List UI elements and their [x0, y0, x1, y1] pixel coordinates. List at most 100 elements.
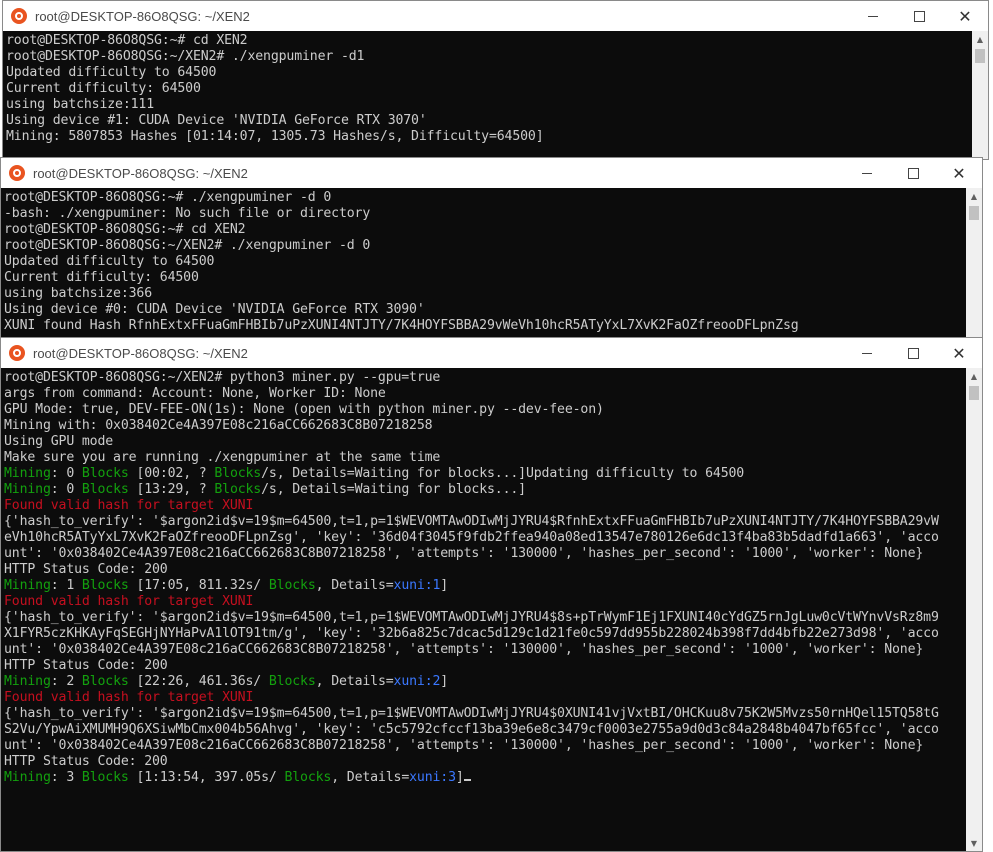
terminal-line: root@DESKTOP-86O8QSG:~/XEN2# ./xengpumin…	[4, 238, 965, 254]
ubuntu-icon	[9, 345, 25, 361]
vertical-scrollbar[interactable]: ▲	[972, 31, 988, 159]
terminal-line: Mining: 0 Blocks [13:29, ? Blocks/s, Det…	[4, 482, 965, 498]
vertical-scrollbar[interactable]: ▲	[966, 188, 982, 337]
maximize-icon[interactable]	[890, 338, 936, 368]
terminal-line: Found valid hash for target XUNI	[4, 498, 965, 514]
terminal-line: HTTP Status Code: 200	[4, 658, 965, 674]
terminal-text: -bash: ./xengpuminer: No such file or di…	[4, 206, 371, 221]
terminal-text: root@DESKTOP-86O8QSG:~/XEN2# ./xengpumin…	[4, 238, 371, 253]
terminal-text: Blocks	[81, 466, 129, 481]
terminal-line: {'hash_to_verify': '$argon2id$v=19$m=645…	[4, 610, 965, 626]
title-bar[interactable]: root@DESKTOP-86O8QSG: ~/XEN2 ✕	[1, 158, 982, 188]
terminal-text: Blocks	[214, 482, 262, 497]
maximize-icon[interactable]	[896, 1, 942, 31]
terminal-text: unt': '0x038402Ce4A397E08c216aCC662683C8…	[4, 546, 924, 561]
terminal-output[interactable]: root@DESKTOP-86O8QSG:~/XEN2# python3 min…	[4, 370, 965, 851]
terminal-line: unt': '0x038402Ce4A397E08c216aCC662683C8…	[4, 642, 965, 658]
terminal-text: args from command: Account: None, Worker…	[4, 386, 386, 401]
terminal-text: HTTP Status Code: 200	[4, 562, 168, 577]
terminal-text: Updated difficulty to 64500	[6, 65, 217, 80]
minimize-icon[interactable]	[844, 158, 890, 188]
terminal-line: GPU Mode: true, DEV-FEE-ON(1s): None (op…	[4, 402, 965, 418]
minimize-icon[interactable]	[850, 1, 896, 31]
terminal-text: {'hash_to_verify': '$argon2id$v=19$m=645…	[4, 706, 939, 721]
terminal-text: , Details=	[331, 770, 410, 785]
terminal-text: root@DESKTOP-86O8QSG:~# ./xengpuminer -d…	[4, 190, 332, 205]
title-bar[interactable]: root@DESKTOP-86O8QSG: ~/XEN2 ✕	[1, 338, 982, 368]
terminal-line: Mining: 0 Blocks [00:02, ? Blocks/s, Det…	[4, 466, 965, 482]
terminal-line: Updated difficulty to 64500	[4, 254, 965, 270]
terminal-text: Current difficulty: 64500	[6, 81, 201, 96]
maximize-icon[interactable]	[890, 158, 936, 188]
scrollbar-thumb[interactable]	[969, 386, 979, 400]
scroll-down-icon[interactable]: ▼	[966, 835, 982, 851]
terminal-window-2[interactable]: root@DESKTOP-86O8QSG: ~/XEN2 ✕ root@DESK…	[0, 157, 983, 338]
terminal-window-1[interactable]: root@DESKTOP-86O8QSG: ~/XEN2 ✕ root@DESK…	[2, 0, 989, 160]
close-icon[interactable]: ✕	[936, 158, 982, 188]
terminal-line: Found valid hash for target XUNI	[4, 690, 965, 706]
terminal-line: {'hash_to_verify': '$argon2id$v=19$m=645…	[4, 706, 965, 722]
terminal-text: Mining	[4, 674, 51, 689]
terminal-output[interactable]: root@DESKTOP-86O8QSG:~# cd XEN2 root@DESK…	[6, 33, 971, 159]
terminal-line: Mining: 5807853 Hashes [01:14:07, 1305.7…	[6, 129, 971, 145]
terminal-line: args from command: Account: None, Worker…	[4, 386, 965, 402]
scroll-up-icon[interactable]: ▲	[972, 31, 988, 47]
terminal-line: using batchsize:111	[6, 97, 971, 113]
terminal-text: Found valid hash for target XUNI	[4, 690, 254, 705]
minimize-icon[interactable]	[844, 338, 890, 368]
terminal-line: root@DESKTOP-86O8QSG:~# ./xengpuminer -d…	[4, 190, 965, 206]
terminal-line: -bash: ./xengpuminer: No such file or di…	[4, 206, 965, 222]
terminal-window-3[interactable]: root@DESKTOP-86O8QSG: ~/XEN2 ✕ root@DESK…	[0, 337, 983, 852]
terminal-text: Using device #0: CUDA Device 'NVIDIA GeF…	[4, 302, 425, 317]
terminal-line: Using device #0: CUDA Device 'NVIDIA GeF…	[4, 302, 965, 318]
terminal-output[interactable]: root@DESKTOP-86O8QSG:~# ./xengpuminer -d…	[4, 190, 965, 337]
terminal-text: [17:05, 811.32s/	[128, 578, 269, 593]
ubuntu-icon	[11, 8, 27, 24]
terminal-line: HTTP Status Code: 200	[4, 754, 965, 770]
terminal-line: Mining: 3 Blocks [1:13:54, 397.05s/ Bloc…	[4, 770, 965, 786]
terminal-text: {'hash_to_verify': '$argon2id$v=19$m=645…	[4, 514, 939, 529]
terminal-text: XUNI found Hash RfnhExtxFFuaGmFHBIb7uPzX…	[4, 318, 799, 333]
close-icon[interactable]: ✕	[942, 1, 988, 31]
vertical-scrollbar[interactable]: ▲ ▼	[966, 368, 982, 851]
terminal-text: using batchsize:111	[6, 97, 155, 112]
terminal-text: Blocks	[81, 770, 129, 785]
terminal-text: /s, Details=Waiting for blocks...]Updati…	[261, 466, 745, 481]
terminal-line: HTTP Status Code: 200	[4, 562, 965, 578]
terminal-text: Blocks	[268, 674, 316, 689]
terminal-line: Mining: 1 Blocks [17:05, 811.32s/ Blocks…	[4, 578, 965, 594]
terminal-text: Updated difficulty to 64500	[4, 254, 215, 269]
terminal-text: Found valid hash for target XUNI	[4, 594, 254, 609]
title-bar[interactable]: root@DESKTOP-86O8QSG: ~/XEN2 ✕	[3, 1, 988, 31]
terminal-text: root@DESKTOP-86O8QSG:~# cd XEN2	[4, 222, 246, 237]
cursor	[463, 779, 471, 781]
terminal-text: Blocks	[81, 482, 129, 497]
scroll-up-icon[interactable]: ▲	[966, 188, 982, 204]
close-icon[interactable]: ✕	[936, 338, 982, 368]
terminal-text: unt': '0x038402Ce4A397E08c216aCC662683C8…	[4, 642, 924, 657]
terminal-line: eVh10hcR5ATyYxL7XvK2FaOZfreooDFLpnZsg', …	[4, 530, 965, 546]
terminal-text: Blocks	[81, 578, 129, 593]
terminal-line: Make sure you are running ./xengpuminer …	[4, 450, 965, 466]
terminal-line: Using GPU mode	[4, 434, 965, 450]
terminal-text: ]	[440, 578, 449, 593]
window-title: root@DESKTOP-86O8QSG: ~/XEN2	[33, 165, 248, 181]
scrollbar-thumb[interactable]	[969, 206, 979, 220]
terminal-text: Make sure you are running ./xengpuminer …	[4, 450, 441, 465]
terminal-text: eVh10hcR5ATyYxL7XvK2FaOZfreooDFLpnZsg', …	[4, 530, 939, 545]
scrollbar-thumb[interactable]	[975, 49, 985, 63]
terminal-text: ]	[440, 674, 449, 689]
terminal-text: using batchsize:366	[4, 286, 153, 301]
window-title: root@DESKTOP-86O8QSG: ~/XEN2	[35, 8, 250, 24]
terminal-text: [00:02, ?	[128, 466, 215, 481]
terminal-line: root@DESKTOP-86O8QSG:~# cd XEN2	[4, 222, 965, 238]
terminal-text: : 0	[50, 466, 82, 481]
terminal-text: Mining	[4, 466, 51, 481]
terminal-text: Blocks	[268, 578, 316, 593]
terminal-text: [1:13:54, 397.05s/	[128, 770, 285, 785]
terminal-line: Current difficulty: 64500	[6, 81, 971, 97]
terminal-text: : 0	[50, 482, 82, 497]
terminal-text: : 3	[50, 770, 82, 785]
scroll-up-icon[interactable]: ▲	[966, 368, 982, 384]
terminal-line: XUNI found Hash RfnhExtxFFuaGmFHBIb7uPzX…	[4, 318, 965, 334]
